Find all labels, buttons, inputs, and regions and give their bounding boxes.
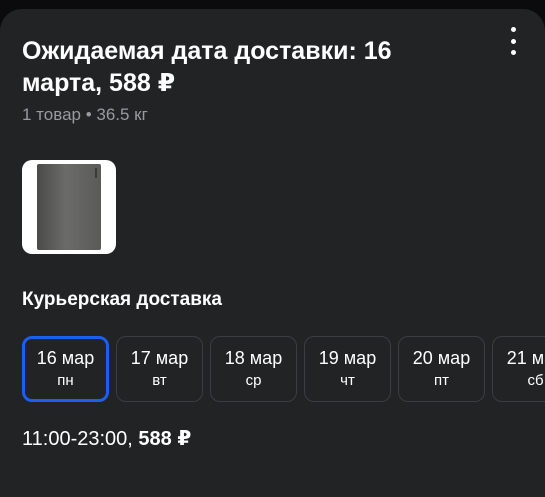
delivery-price: 588 ₽	[138, 428, 192, 450]
date-weekday: пт	[434, 372, 449, 389]
delivery-card: Ожидаемая дата доставки: 16 марта, 588 ₽…	[0, 9, 545, 497]
more-vertical-icon-dot	[510, 38, 516, 44]
more-vertical-icon	[510, 27, 516, 32]
order-summary: 1 товар • 36.5 кг	[22, 105, 148, 124]
date-option-17[interactable]: 17 мар вт	[116, 336, 203, 402]
date-day: 20 мар	[412, 348, 471, 368]
date-weekday: чт	[340, 372, 355, 389]
delivery-time-and-price: 11:00-23:00, 588 ₽	[22, 427, 191, 451]
date-weekday: ср	[245, 372, 262, 389]
date-option-20[interactable]: 20 мар пт	[398, 336, 485, 402]
fridge-hinge	[95, 168, 97, 178]
date-option-16[interactable]: 16 мар пн	[22, 336, 109, 402]
date-weekday: вт	[152, 372, 167, 389]
courier-delivery-heading: Курьерская доставка	[22, 289, 222, 310]
date-day: 19 мар	[318, 348, 377, 368]
date-day: 17 мар	[130, 348, 189, 368]
delivery-time-window: 11:00-23:00,	[22, 428, 133, 450]
more-options-button[interactable]	[500, 27, 526, 55]
date-option-19[interactable]: 19 мар чт	[304, 336, 391, 402]
fridge-image	[37, 164, 101, 250]
more-vertical-icon-dot	[510, 50, 516, 55]
delivery-title: Ожидаемая дата доставки: 16 марта, 588 ₽	[22, 37, 392, 97]
date-option-21[interactable]: 21 мар сб	[492, 336, 545, 402]
date-day: 18 мар	[224, 348, 283, 368]
date-option-18[interactable]: 18 мар ср	[210, 336, 297, 402]
date-day: 16 мар	[36, 348, 95, 368]
delivery-date-picker: 16 мар пн 17 мар вт 18 мар ср 19 мар чт …	[22, 336, 545, 402]
date-weekday: сб	[527, 372, 544, 389]
product-thumbnail[interactable]	[22, 160, 116, 254]
date-weekday: пн	[57, 372, 74, 389]
date-day: 21 мар	[506, 348, 545, 368]
